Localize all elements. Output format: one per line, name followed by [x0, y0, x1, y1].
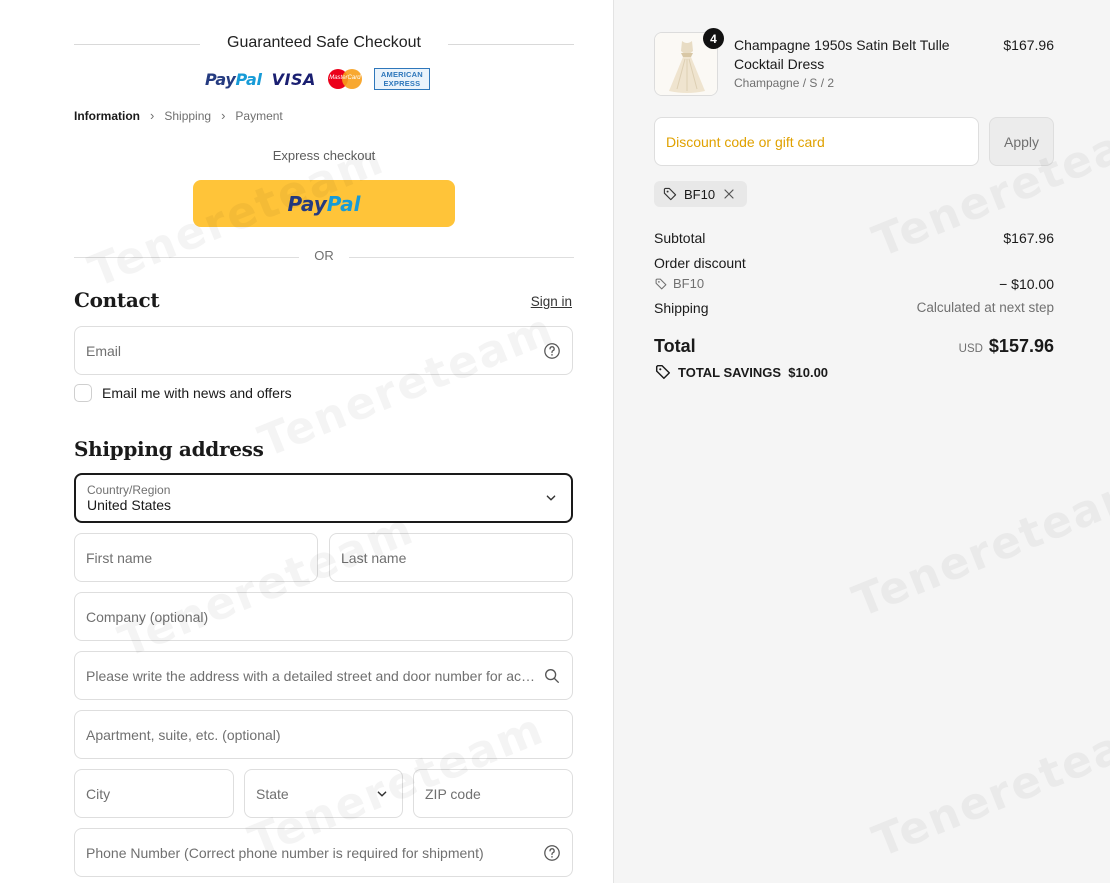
email-field[interactable]: Email [74, 326, 573, 375]
phone-field[interactable]: Phone Number (Correct phone number is re… [74, 828, 573, 877]
express-checkout-label: Express checkout [272, 148, 376, 163]
close-icon[interactable] [721, 186, 737, 202]
newsletter-label: Email me with news and offers [102, 385, 292, 401]
subtotal-value: $167.96 [1003, 230, 1054, 246]
quantity-badge: 4 [703, 28, 724, 49]
phone-placeholder: Phone Number (Correct phone number is re… [86, 844, 484, 861]
order-discount-row: Order discount [654, 255, 1054, 271]
tag-icon [663, 187, 677, 201]
or-divider: OR [74, 248, 574, 266]
total-row: Total USD $157.96 [654, 336, 1054, 357]
divider [448, 44, 574, 45]
company-field[interactable]: Company (optional) [74, 592, 573, 641]
total-savings: TOTAL SAVINGS $10.00 [654, 363, 828, 381]
total-label: Total [654, 336, 696, 356]
first-name-field[interactable]: First name [74, 533, 318, 582]
newsletter-option: Email me with news and offers [74, 384, 292, 402]
product-price: $167.96 [1003, 37, 1054, 53]
order-discount-label: Order discount [654, 255, 746, 271]
breadcrumb-payment: Payment [235, 108, 283, 123]
subtotal-label: Subtotal [654, 230, 706, 246]
amex-logo: AMERICAN EXPRESS [373, 68, 430, 90]
total-value: $157.96 [988, 336, 1054, 356]
zip-field[interactable]: ZIP code [413, 769, 573, 818]
apply-discount-button[interactable]: Apply [989, 117, 1054, 166]
shipping-label: Shipping [654, 300, 709, 316]
state-select[interactable]: State [244, 769, 403, 818]
total-savings-label: TOTAL SAVINGS $10.00 [678, 364, 829, 380]
discount-chip-code: BF10 [684, 186, 716, 202]
contact-title: Contact [74, 288, 160, 312]
search-icon [545, 668, 559, 683]
apartment-field[interactable]: Apartment, suite, etc. (optional) [74, 710, 573, 759]
guarantee-header: Guaranteed Safe Checkout [74, 34, 574, 54]
paypal-logo: PayPal [205, 69, 262, 89]
checkout-form-panel: Guaranteed Safe Checkout PayPal VISA Mas… [0, 0, 614, 883]
last-name-field[interactable]: Last name [329, 533, 573, 582]
product-variant: Champagne / S / 2 [734, 76, 835, 90]
watermark: Tenereteam [846, 463, 1110, 628]
breadcrumb-information[interactable]: Information [74, 109, 140, 123]
company-placeholder: Company (optional) [86, 608, 209, 625]
city-placeholder: City [86, 785, 111, 802]
watermark: Tenereteam [866, 703, 1110, 868]
tag-icon [655, 364, 671, 380]
country-label: Country/Region [87, 482, 171, 497]
applied-discount-chip: BF10 [654, 181, 748, 207]
chevron-down-icon [546, 495, 556, 501]
address-placeholder: Please write the address with a detailed… [86, 667, 537, 684]
country-value: United States [87, 496, 172, 513]
guarantee-title: Guaranteed Safe Checkout [227, 34, 421, 51]
discount-amount: − $10.00 [999, 276, 1054, 292]
visa-logo: VISA [271, 69, 316, 89]
city-field[interactable]: City [74, 769, 234, 818]
newsletter-checkbox[interactable] [74, 384, 92, 402]
first-name-placeholder: First name [86, 549, 153, 566]
discount-amount-row: − $10.00 [654, 276, 1054, 292]
paypal-express-button[interactable]: PayPal [193, 180, 455, 227]
order-summary-panel: 4 Champagne 1950s Satin Belt Tulle Cockt… [614, 0, 1110, 883]
email-placeholder: Email [86, 342, 122, 359]
breadcrumb-shipping: Shipping [164, 108, 212, 123]
product-name: Champagne 1950s Satin Belt Tulle Cocktai… [734, 37, 950, 72]
or-label: OR [314, 248, 334, 263]
last-name-placeholder: Last name [341, 549, 407, 566]
discount-code-input[interactable]: Discount code or gift card [654, 117, 979, 166]
chevron-right-icon: › [221, 108, 226, 123]
subtotal-row: Subtotal $167.96 [654, 230, 1054, 246]
help-circle-icon[interactable] [543, 844, 561, 862]
address-field[interactable]: Please write the address with a detailed… [74, 651, 573, 700]
shipping-address-title: Shipping address [74, 437, 264, 461]
chevron-down-icon [377, 790, 387, 797]
chevron-right-icon: › [150, 108, 155, 123]
state-placeholder: State [256, 785, 289, 802]
sign-in-link[interactable]: Sign in [531, 294, 572, 309]
mastercard-logo: MasterCard [326, 67, 364, 91]
zip-placeholder: ZIP code [425, 785, 481, 802]
shipping-value: Calculated at next step [916, 300, 1054, 315]
payment-logos: PayPal VISA MasterCard AMERICAN EXPRESS [205, 66, 430, 92]
apartment-placeholder: Apartment, suite, etc. (optional) [86, 726, 281, 743]
country-select[interactable]: Country/Region United States [74, 473, 573, 523]
discount-placeholder: Discount code or gift card [666, 133, 825, 150]
help-circle-icon[interactable] [543, 342, 561, 360]
watermark: Tenereteam [112, 503, 421, 668]
shipping-row: Shipping Calculated at next step [654, 300, 1054, 316]
breadcrumb: Information › Shipping › Payment [74, 108, 283, 123]
currency-code: USD [958, 343, 983, 355]
paypal-logo: PayPal [287, 191, 361, 216]
